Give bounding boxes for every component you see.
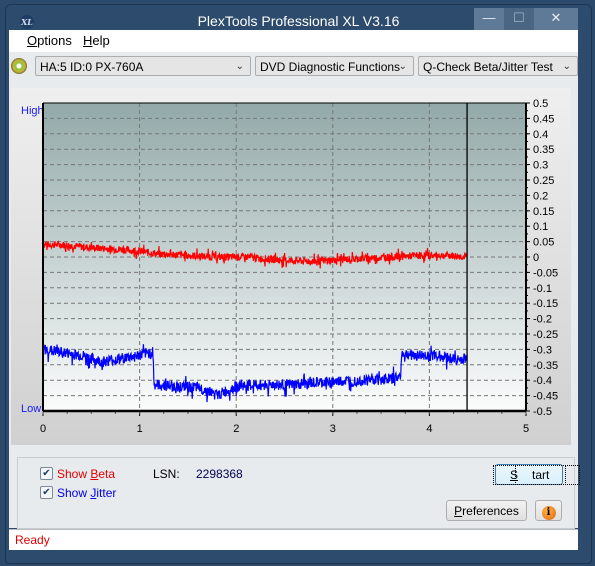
y-tick-label: 0.45	[533, 113, 554, 125]
x-tick-label: 4	[426, 423, 432, 435]
show-jitter-label[interactable]: Show Jitter	[57, 486, 116, 500]
menu-bar: Options Help	[9, 30, 578, 52]
start-button-label: Start	[492, 465, 581, 485]
lsn-value: 2298368	[196, 467, 243, 481]
chart-panel: High Low 0.5 0.45 0.4 0.35 0.3 0.25 0.2 0.15 0.1…	[11, 88, 571, 445]
start-mnemonic: S	[510, 468, 519, 482]
show-beta-text: Show	[57, 467, 91, 481]
chevron-down-icon: ⌄	[398, 61, 407, 72]
x-tick-label: 1	[137, 423, 143, 435]
test-select[interactable]: Q-Check Beta/Jitter Test ⌄	[418, 56, 578, 76]
y-tick-label: -0.15	[533, 298, 558, 310]
y-tick-label: 0.15	[533, 206, 554, 218]
start-text: tart	[514, 465, 567, 485]
preferences-button[interactable]: Preferences	[446, 500, 527, 521]
maximize-button[interactable]: ☐	[504, 8, 534, 30]
y-tick-label: -0.35	[533, 360, 558, 372]
y-tick-label: -0.25	[533, 329, 558, 341]
x-tick-label: 5	[523, 423, 529, 435]
y-tick-label: 0	[533, 252, 539, 264]
x-tick-label: 0	[40, 423, 46, 435]
test-select-value: Q-Check Beta/Jitter Test	[423, 60, 553, 74]
y-tick-label: 0.2	[533, 190, 548, 202]
status-text: Ready	[15, 533, 50, 547]
drive-select-value: HA:5 ID:0 PX-760A	[40, 60, 144, 74]
show-jitter-text-rest: itter	[96, 486, 117, 500]
show-jitter-checkbox[interactable]: ✔	[40, 486, 53, 499]
y-tick-label: -0.2	[533, 314, 552, 326]
preferences-mnemonic: P	[454, 504, 463, 518]
drive-select[interactable]: HA:5 ID:0 PX-760A ⌄	[35, 56, 251, 76]
y-tick-label: 0.25	[533, 175, 554, 187]
x-tick-label: 3	[330, 423, 336, 435]
disc-drive-icon	[11, 58, 27, 74]
show-beta-text-rest: eta	[98, 467, 116, 481]
y-tick-label: 0.35	[533, 144, 554, 156]
minimize-button[interactable]: —	[474, 8, 504, 30]
y-tick-label: -0.3	[533, 344, 552, 356]
y-tick-label: -0.5	[533, 406, 552, 418]
y-tick-label: 0.4	[533, 129, 548, 141]
beta-jitter-chart: 0.5 0.45 0.4 0.35 0.3 0.25 0.2 0.15 0.1 0.05 0 -0.0…	[40, 98, 558, 435]
y-tick-label: -0.4	[533, 375, 552, 387]
function-select[interactable]: DVD Diagnostic Functions ⌄	[255, 56, 414, 76]
chevron-down-icon: ⌄	[235, 61, 244, 72]
y-tick-label: 0.1	[533, 221, 548, 233]
y-tick-label: 0.5	[533, 98, 548, 110]
y-tick-label: 0.3	[533, 160, 548, 172]
show-beta-label[interactable]: Show Beta	[57, 467, 115, 481]
show-beta-checkbox[interactable]: ✔	[40, 467, 53, 480]
info-button[interactable]: i	[535, 500, 562, 521]
status-bar: Ready	[9, 529, 578, 550]
info-icon: i	[541, 506, 556, 520]
show-jitter-text: Show	[57, 486, 91, 500]
menu-help-label: elp	[92, 33, 110, 48]
menu-options[interactable]: Options	[27, 33, 72, 48]
y-tick-label: -0.45	[533, 391, 558, 403]
menu-help[interactable]: Help	[83, 33, 110, 48]
lsn-label: LSN:	[153, 467, 180, 481]
y-tick-label: 0.05	[533, 237, 554, 249]
menu-help-mnemonic: H	[83, 33, 93, 48]
start-button[interactable]: Start	[492, 464, 581, 485]
menu-options-mnemonic: O	[27, 33, 38, 48]
x-tick-label: 2	[233, 423, 239, 435]
y-tick-label: -0.1	[533, 283, 552, 295]
function-select-value: DVD Diagnostic Functions	[260, 60, 401, 74]
chevron-down-icon: ⌄	[562, 61, 571, 72]
close-button[interactable]: ✕	[534, 8, 578, 30]
menu-options-label: ptions	[37, 33, 72, 48]
preferences-text: references	[462, 504, 519, 518]
y-tick-label: -0.05	[533, 267, 558, 279]
